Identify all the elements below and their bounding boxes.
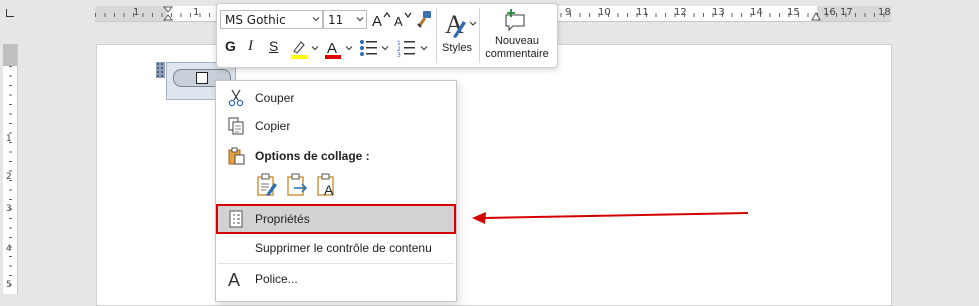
menu-header-label: Options de collage : bbox=[255, 149, 370, 163]
mini-toolbar: MS Gothic 11 A A G I S A 1 2 3 A Styles … bbox=[216, 3, 558, 68]
bullets-icon[interactable] bbox=[359, 38, 379, 58]
chevron-down-icon[interactable] bbox=[381, 44, 389, 52]
ruler-top-margin bbox=[3, 44, 17, 66]
new-comment-label-line1: Nouveau bbox=[494, 35, 540, 47]
font-icon: A bbox=[228, 270, 240, 288]
font-color-icon[interactable]: A bbox=[323, 38, 343, 60]
menu-item-font[interactable]: A Police... bbox=[216, 265, 456, 292]
font-size-combo[interactable]: 11 bbox=[323, 10, 367, 29]
toolbar-separator bbox=[479, 8, 480, 63]
highlight-annotation-box bbox=[216, 204, 456, 234]
menu-item-remove-content-control[interactable]: Supprimer le contrôle de contenu bbox=[216, 234, 456, 261]
vertical-ruler[interactable]: 1 2 3 4 5 bbox=[3, 44, 18, 294]
highlight-icon[interactable] bbox=[289, 38, 311, 60]
svg-text:3: 3 bbox=[397, 52, 401, 58]
font-name-combo[interactable]: MS Gothic bbox=[220, 10, 323, 29]
ruler-number: 3 bbox=[6, 204, 12, 214]
copy-icon bbox=[228, 117, 244, 135]
menu-item-label: Couper bbox=[255, 91, 295, 105]
toolbar-separator bbox=[436, 8, 437, 63]
ruler-number: 12 bbox=[674, 7, 687, 18]
ruler-number: 11 bbox=[636, 7, 649, 18]
italic-button[interactable]: I bbox=[248, 38, 253, 55]
grow-font-icon[interactable]: A bbox=[371, 10, 391, 30]
checkbox[interactable] bbox=[196, 72, 208, 84]
ruler-number: 16 bbox=[823, 7, 836, 18]
menu-header-paste-options: Options de collage : bbox=[216, 142, 456, 169]
svg-text:A: A bbox=[228, 270, 240, 288]
ruler-number: 10 bbox=[598, 7, 611, 18]
context-menu: Couper Copier Options de collage : A Pro… bbox=[215, 80, 457, 302]
ruler-number: 1 bbox=[6, 134, 12, 144]
bold-button[interactable]: G bbox=[225, 38, 236, 54]
paste-merge-formatting-icon[interactable] bbox=[286, 173, 308, 197]
ruler-number: 1 bbox=[133, 7, 140, 18]
new-comment-icon[interactable] bbox=[503, 8, 527, 32]
scissors-icon bbox=[228, 89, 244, 107]
numbering-icon[interactable]: 1 2 3 bbox=[397, 38, 417, 58]
annotation-arrow-icon bbox=[472, 212, 749, 224]
ruler-number: 13 bbox=[712, 7, 725, 18]
svg-text:A: A bbox=[327, 40, 337, 57]
content-control-handle[interactable] bbox=[156, 62, 165, 78]
styles-label[interactable]: Styles bbox=[439, 42, 475, 54]
ruler-number: 17 bbox=[840, 7, 853, 18]
menu-item-label: Supprimer le contrôle de contenu bbox=[255, 241, 432, 255]
ruler-number: 1 bbox=[193, 7, 200, 18]
ruler-number: 14 bbox=[750, 7, 763, 18]
svg-text:A: A bbox=[324, 182, 334, 197]
ruler-number: 9 bbox=[565, 7, 572, 18]
font-name-value: MS Gothic bbox=[225, 13, 286, 27]
paste-text-only-icon[interactable]: A bbox=[316, 173, 338, 197]
menu-item-copy[interactable]: Copier bbox=[216, 112, 456, 139]
tab-selector-icon[interactable] bbox=[6, 9, 14, 17]
svg-text:A: A bbox=[372, 13, 382, 30]
chevron-down-icon[interactable] bbox=[420, 44, 428, 52]
chevron-down-icon[interactable] bbox=[345, 44, 353, 52]
underline-button[interactable]: S bbox=[269, 38, 278, 54]
paste-keep-formatting-icon[interactable] bbox=[256, 173, 278, 197]
right-indent-icon[interactable] bbox=[811, 10, 821, 21]
format-painter-icon[interactable] bbox=[415, 9, 433, 29]
chevron-down-icon bbox=[356, 17, 364, 22]
clipboard-icon bbox=[228, 147, 245, 165]
ruler-number: 2 bbox=[6, 172, 12, 182]
menu-separator bbox=[218, 263, 454, 264]
new-comment-label-line2: commentaire bbox=[485, 48, 549, 60]
styles-icon[interactable]: A bbox=[443, 9, 477, 39]
first-line-indent-icon[interactable] bbox=[163, 6, 173, 21]
menu-item-label: Copier bbox=[255, 119, 291, 133]
menu-item-label: Police... bbox=[255, 272, 298, 286]
chevron-down-icon bbox=[312, 17, 320, 22]
font-size-value: 11 bbox=[328, 13, 344, 27]
ruler-number: 15 bbox=[787, 7, 800, 18]
svg-text:A: A bbox=[394, 14, 403, 29]
shrink-font-icon[interactable]: A bbox=[393, 10, 413, 30]
new-comment-label[interactable]: Nouveau commentaire bbox=[481, 35, 553, 61]
ruler-number: 18 bbox=[878, 7, 891, 18]
ruler-number: 5 bbox=[6, 280, 12, 290]
menu-item-cut[interactable]: Couper bbox=[216, 84, 456, 111]
chevron-down-icon[interactable] bbox=[311, 44, 319, 52]
ruler-number: 4 bbox=[6, 244, 12, 254]
